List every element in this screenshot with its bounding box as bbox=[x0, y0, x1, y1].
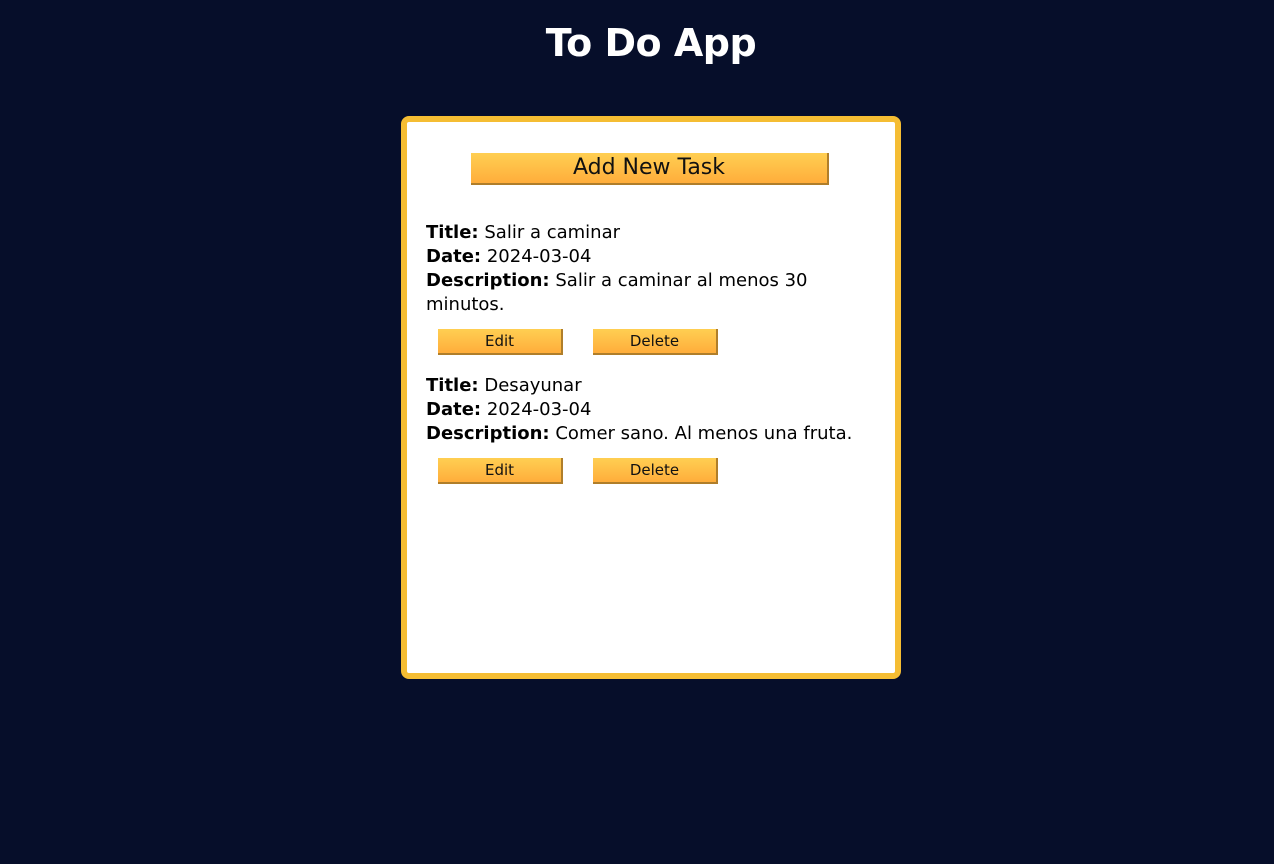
task-title-label: Title: bbox=[426, 222, 479, 243]
add-new-task-button[interactable]: Add New Task bbox=[471, 153, 829, 185]
task-actions: Edit Delete bbox=[426, 458, 876, 484]
task-card: Add New Task Title: Salir a caminar Date… bbox=[401, 116, 901, 679]
task-title: Desayunar bbox=[484, 375, 582, 396]
task-date-label: Date: bbox=[426, 246, 482, 267]
task-description: Comer sano. Al menos una fruta. bbox=[555, 423, 853, 444]
task-description-label: Description: bbox=[426, 270, 550, 291]
task-title-row: Title: Salir a caminar bbox=[426, 221, 876, 245]
task-description-row: Description: Salir a caminar al menos 30… bbox=[426, 269, 876, 317]
edit-button[interactable]: Edit bbox=[438, 329, 563, 355]
task-description-row: Description: Comer sano. Al menos una fr… bbox=[426, 422, 876, 446]
task-title-row: Title: Desayunar bbox=[426, 374, 876, 398]
task-item: Title: Salir a caminar Date: 2024-03-04 … bbox=[426, 221, 876, 355]
task-actions: Edit Delete bbox=[426, 329, 876, 355]
task-date-label: Date: bbox=[426, 399, 482, 420]
delete-button[interactable]: Delete bbox=[593, 458, 718, 484]
task-date: 2024-03-04 bbox=[486, 246, 592, 267]
task-date: 2024-03-04 bbox=[486, 399, 592, 420]
task-date-row: Date: 2024-03-04 bbox=[426, 245, 876, 269]
edit-button[interactable]: Edit bbox=[438, 458, 563, 484]
app-title: To Do App bbox=[545, 21, 757, 65]
task-title-label: Title: bbox=[426, 375, 479, 396]
task-title: Salir a caminar bbox=[484, 222, 621, 243]
delete-button[interactable]: Delete bbox=[593, 329, 718, 355]
task-description-label: Description: bbox=[426, 423, 550, 444]
task-item: Title: Desayunar Date: 2024-03-04 Descri… bbox=[426, 374, 876, 484]
task-date-row: Date: 2024-03-04 bbox=[426, 398, 876, 422]
